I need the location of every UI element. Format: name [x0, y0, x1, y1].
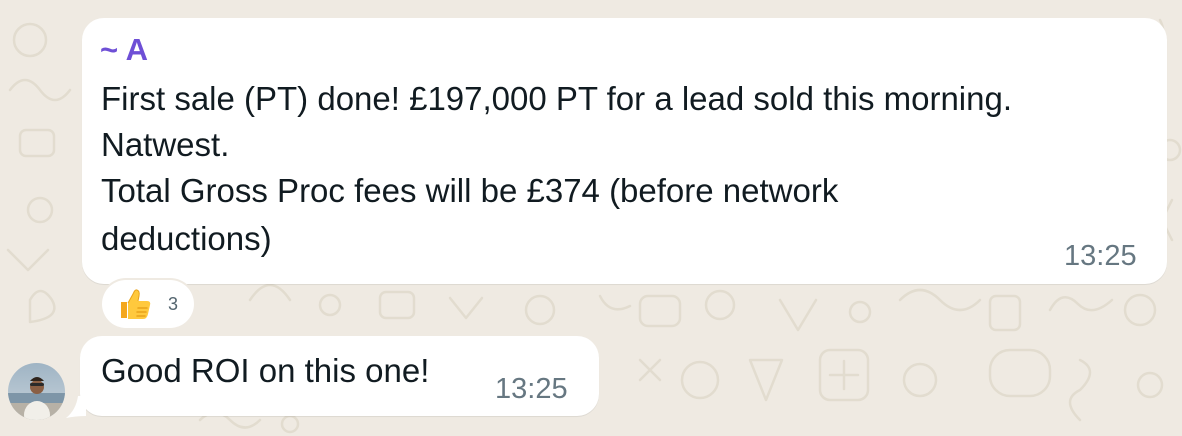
message-text: Good ROI on this one!: [101, 352, 430, 389]
message-text-line: Natwest.: [101, 126, 230, 163]
bubble-tail: [66, 396, 86, 418]
reaction-badge[interactable]: 3: [102, 280, 194, 328]
message-text-line: First sale (PT) done! £197,000 PT for a …: [101, 80, 1013, 117]
message-text-line: deductions): [101, 220, 272, 257]
message-timestamp: 13:25: [495, 373, 568, 405]
avatar-image: [8, 363, 65, 420]
sender-name[interactable]: ~ A: [100, 32, 148, 68]
message-text-line: Total Gross Proc fees will be £374 (befo…: [101, 172, 839, 209]
reaction-count: 3: [168, 294, 179, 314]
message-timestamp: 13:25: [1064, 240, 1137, 272]
avatar[interactable]: [8, 363, 65, 420]
thumbs-up-icon: [121, 289, 151, 319]
